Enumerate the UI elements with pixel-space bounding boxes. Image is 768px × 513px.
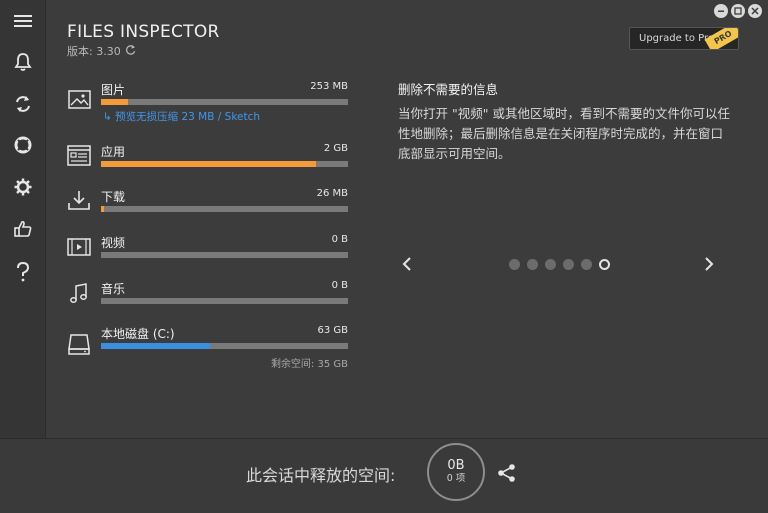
- category-size: 26 MB: [316, 188, 348, 199]
- refresh-icon[interactable]: [9, 90, 37, 118]
- music-icon: [66, 280, 92, 306]
- download-icon: [66, 188, 92, 214]
- carousel-dot[interactable]: [563, 259, 574, 270]
- apps-icon: [66, 142, 92, 168]
- carousel-dot[interactable]: [545, 259, 556, 270]
- freed-space-counter: 0B 0 项: [427, 443, 485, 501]
- category-name: 应用: [101, 145, 126, 159]
- disk-name: 本地磁盘 (C:): [101, 327, 175, 341]
- lifebuoy-icon[interactable]: [9, 131, 37, 159]
- usage-fill: [101, 161, 316, 167]
- category-name: 视频: [101, 236, 126, 250]
- help-icon[interactable]: [9, 258, 37, 286]
- menu-icon[interactable]: [9, 7, 37, 35]
- next-arrow-icon[interactable]: [700, 254, 718, 274]
- app-title: FILES INSPECTOR: [67, 22, 220, 42]
- drive-icon: [66, 331, 92, 357]
- category-name: 图片: [101, 83, 126, 97]
- share-icon[interactable]: [496, 462, 518, 484]
- bell-icon[interactable]: [9, 48, 37, 76]
- compress-link[interactable]: ↳ 预览无损压缩 23 MB / Sketch: [103, 109, 260, 124]
- thumbs-up-icon[interactable]: [9, 215, 37, 243]
- category-size: 2 GB: [323, 143, 348, 154]
- free-space: 剩余空间: 35 GB: [270, 359, 348, 370]
- window-controls: [714, 4, 762, 18]
- usage-bar: [101, 252, 348, 258]
- version-text: 版本: 3.30: [67, 45, 121, 58]
- version-label: 版本: 3.30: [67, 43, 136, 59]
- category-name: 音乐: [101, 282, 126, 296]
- category-size: 0 B: [331, 234, 348, 245]
- category-size: 253 MB: [310, 81, 348, 92]
- prev-arrow-icon[interactable]: [398, 254, 416, 274]
- close-icon[interactable]: [748, 4, 762, 18]
- info-body: 当你打开 "视频" 或其他区域时，看到不需要的文件你可以任性地删除；最后删除信息…: [398, 106, 730, 161]
- category-name: 下载: [101, 190, 126, 204]
- compress-link-text: 预览无损压缩 23 MB / Sketch: [115, 111, 261, 123]
- video-icon: [66, 234, 92, 260]
- disk-usage-bar: [101, 343, 348, 349]
- pro-badge: PRO: [704, 28, 738, 49]
- gear-icon[interactable]: [9, 173, 37, 201]
- update-check-icon[interactable]: [125, 44, 136, 58]
- minimize-icon[interactable]: [714, 4, 728, 18]
- freed-items: 0 项: [446, 473, 466, 484]
- usage-fill: [101, 99, 129, 105]
- corner-arrow-icon: ↳: [103, 111, 116, 123]
- sidebar: [0, 0, 46, 438]
- category-size: 0 B: [331, 280, 348, 291]
- disk-usage-fill: [101, 343, 210, 349]
- upgrade-to-pro-button[interactable]: Upgrade to Pro PRO: [629, 27, 739, 50]
- carousel-dots: [509, 259, 610, 270]
- upgrade-label: Upgrade to Pro: [639, 33, 715, 44]
- carousel-dot[interactable]: [599, 259, 610, 270]
- usage-bar: [101, 161, 348, 167]
- image-icon: [66, 87, 92, 113]
- info-title: 删除不需要的信息: [398, 82, 499, 97]
- carousel-dot[interactable]: [509, 259, 520, 270]
- usage-bar: [101, 206, 348, 212]
- disk-size: 63 GB: [317, 325, 348, 336]
- usage-fill: [101, 206, 104, 212]
- carousel-dot[interactable]: [527, 259, 538, 270]
- freed-space-label: 此会话中释放的空间:: [246, 466, 396, 485]
- carousel-dot[interactable]: [581, 259, 592, 270]
- freed-bytes: 0B: [447, 458, 465, 473]
- usage-bar: [101, 99, 348, 105]
- footer: 此会话中释放的空间: 0B 0 项: [0, 438, 768, 513]
- usage-bar: [101, 298, 348, 304]
- maximize-icon[interactable]: [731, 4, 745, 18]
